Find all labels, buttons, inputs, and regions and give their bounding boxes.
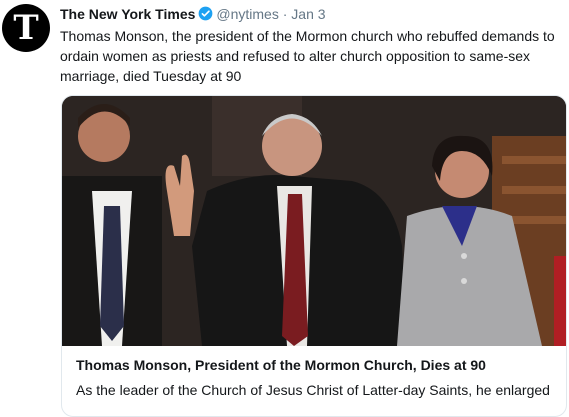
nyt-logo-icon: T [13, 8, 39, 48]
nyt-avatar[interactable]: T [2, 4, 50, 52]
card-image[interactable] [62, 96, 566, 346]
card-description: As the leader of the Church of Jesus Chr… [76, 382, 550, 398]
user-handle[interactable]: @nytimes [216, 6, 278, 22]
card-title[interactable]: Thomas Monson, President of the Mormon C… [76, 357, 486, 373]
tweet-body: The New York Times @nytimes · Jan 3 Thom… [60, 5, 563, 86]
link-card[interactable]: Thomas Monson, President of the Mormon C… [61, 95, 567, 417]
tweet-text: Thomas Monson, the president of the Morm… [60, 28, 555, 84]
separator-dot: · [282, 6, 288, 22]
photo-illustration [62, 96, 566, 346]
tweet-header: The New York Times @nytimes · Jan 3 [60, 5, 563, 23]
verified-badge-icon [199, 6, 213, 21]
tweet-date[interactable]: Jan 3 [291, 6, 325, 22]
display-name[interactable]: The New York Times [60, 6, 195, 22]
